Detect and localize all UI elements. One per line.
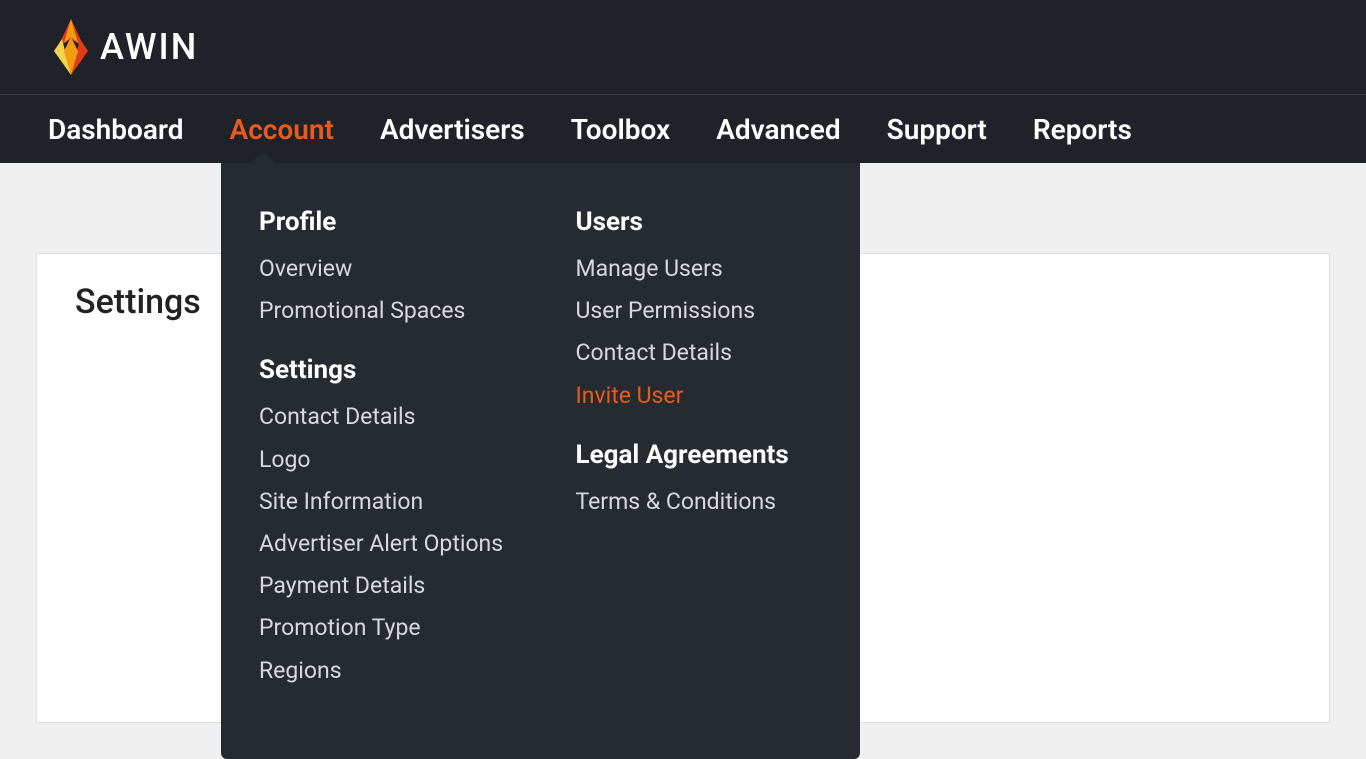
drop-link-site-information[interactable]: Site Information [259, 486, 506, 518]
drop-group-profile: Profile Overview Promotional Spaces [259, 207, 506, 327]
drop-link-promotional-spaces[interactable]: Promotional Spaces [259, 295, 506, 327]
nav-account[interactable]: Account [230, 113, 334, 146]
nav-advertisers[interactable]: Advertisers [380, 113, 525, 146]
nav-dashboard[interactable]: Dashboard [48, 113, 184, 146]
brand-logo[interactable]: AWIN [48, 17, 198, 77]
nav-toolbox[interactable]: Toolbox [571, 113, 671, 146]
drop-group-legal: Legal Agreements Terms & Conditions [576, 440, 823, 518]
brand-name: AWIN [100, 26, 198, 68]
drop-link-advertiser-alert-options[interactable]: Advertiser Alert Options [259, 528, 506, 560]
nav-advanced[interactable]: Advanced [716, 113, 840, 146]
drop-link-manage-users[interactable]: Manage Users [576, 253, 823, 285]
drop-link-user-permissions[interactable]: User Permissions [576, 295, 823, 327]
drop-link-payment-details[interactable]: Payment Details [259, 570, 506, 602]
drop-group-settings: Settings Contact Details Logo Site Infor… [259, 355, 506, 686]
drop-heading-users: Users [576, 207, 823, 237]
drop-link-contact-details-users[interactable]: Contact Details [576, 337, 823, 369]
topbar: AWIN [0, 0, 1366, 95]
drop-link-logo[interactable]: Logo [259, 444, 506, 476]
main-nav: Dashboard Account Advertisers Toolbox Ad… [0, 95, 1366, 163]
drop-link-terms-conditions[interactable]: Terms & Conditions [576, 486, 823, 518]
drop-heading-settings: Settings [259, 355, 506, 385]
dropdown-col-1: Profile Overview Promotional Spaces Sett… [259, 207, 506, 715]
drop-link-contact-details[interactable]: Contact Details [259, 401, 506, 433]
drop-group-users: Users Manage Users User Permissions Cont… [576, 207, 823, 412]
drop-heading-profile: Profile [259, 207, 506, 237]
drop-heading-legal: Legal Agreements [576, 440, 823, 470]
drop-link-regions[interactable]: Regions [259, 655, 506, 687]
account-dropdown: Profile Overview Promotional Spaces Sett… [221, 163, 860, 759]
nav-support[interactable]: Support [887, 113, 987, 146]
drop-link-invite-user[interactable]: Invite User [576, 380, 823, 412]
dropdown-col-2: Users Manage Users User Permissions Cont… [576, 207, 823, 715]
awin-flame-icon [48, 17, 94, 77]
nav-reports[interactable]: Reports [1033, 113, 1132, 146]
drop-link-overview[interactable]: Overview [259, 253, 506, 285]
drop-link-promotion-type[interactable]: Promotion Type [259, 612, 506, 644]
